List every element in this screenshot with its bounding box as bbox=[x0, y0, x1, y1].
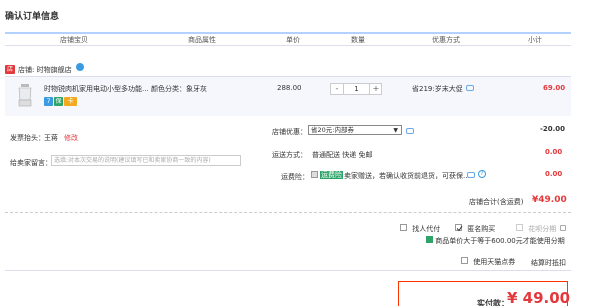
header-qty: 数量 bbox=[351, 36, 365, 44]
table-header: 店铺宝贝 商品属性 单价 数量 优惠方式 小计 bbox=[5, 32, 571, 46]
header-discount: 优惠方式 bbox=[432, 36, 460, 44]
tmall-points-option[interactable]: 使用天猫点券 bbox=[461, 257, 515, 267]
installment-info-icon[interactable] bbox=[560, 225, 567, 231]
anonymous-checkbox[interactable] bbox=[455, 224, 463, 232]
shop-icon: 店 bbox=[5, 65, 15, 74]
pay-amount: ¥ 49.00 bbox=[507, 289, 571, 306]
check-icon bbox=[456, 225, 463, 232]
coupon-amount: -20.00 bbox=[540, 125, 566, 133]
header-subtotal: 小计 bbox=[528, 36, 542, 44]
qty-increase-button[interactable]: + bbox=[370, 84, 382, 94]
coupon-info-icon[interactable] bbox=[406, 128, 414, 134]
product-attr: 颜色分类：象牙灰 bbox=[151, 85, 207, 93]
insurance-text: 卖家赠送，若确认收货前退货，可获保... bbox=[344, 172, 470, 180]
agent-pay-option[interactable]: 找人代付 bbox=[400, 224, 440, 234]
insurance-checkbox[interactable] bbox=[311, 171, 318, 178]
agent-pay-checkbox[interactable] bbox=[400, 224, 407, 231]
pay-label: 实付款： bbox=[477, 299, 509, 306]
divider bbox=[5, 212, 571, 213]
installment-note: 商品单价大于等于600.00元才能使用分期 bbox=[426, 236, 565, 246]
shipping-label: 运送方式： bbox=[272, 151, 307, 159]
shipping-amount: 0.00 bbox=[545, 148, 563, 156]
shop-coupon-select[interactable]: 省20元:内部券 ▼ bbox=[308, 125, 402, 135]
insurance-amount: 0.00 bbox=[545, 170, 563, 178]
points-note: 结算时抵扣 bbox=[531, 259, 566, 267]
message-input[interactable]: 选填:对本次交易的说明(建议填写已和卖家协商一致的内容) bbox=[51, 155, 241, 166]
invoice-label: 发票抬头： bbox=[10, 134, 45, 142]
item-discount: 省219:岁末大促 bbox=[412, 85, 463, 93]
help-icon[interactable]: ? bbox=[478, 170, 486, 178]
invoice-edit-link[interactable]: 修改 bbox=[64, 133, 78, 143]
installment-option[interactable]: 花呗分期 bbox=[516, 224, 567, 234]
chevron-down-icon: ▼ bbox=[393, 127, 398, 134]
unit-price: 288.00 bbox=[277, 84, 302, 92]
insurance-chat-icon[interactable] bbox=[467, 172, 475, 178]
seven-day-icon: 7 bbox=[44, 97, 53, 106]
tmall-points-checkbox[interactable] bbox=[461, 257, 468, 264]
product-thumbnail[interactable] bbox=[15, 82, 35, 108]
item-subtotal: 69.00 bbox=[543, 84, 566, 92]
quantity-stepper: - 1 + bbox=[330, 83, 382, 95]
page-title: 确认订单信息 bbox=[5, 12, 60, 22]
card-icon: 卡 bbox=[64, 97, 77, 106]
insurance-tag: 运费险 bbox=[320, 171, 343, 179]
shipping-value: 普通配送 快递 免邮 bbox=[312, 151, 373, 159]
product-row bbox=[5, 76, 571, 116]
invoice-value: 王蒋 bbox=[44, 134, 58, 142]
shop-coupon-selected: 省20元:内部券 bbox=[311, 126, 354, 134]
shop-total-value: ¥49.00 bbox=[532, 195, 567, 205]
installment-checkbox[interactable] bbox=[516, 224, 523, 231]
shop-coupon-label: 店铺优惠： bbox=[272, 128, 307, 136]
anonymous-option[interactable]: 匿名购买 bbox=[455, 224, 495, 234]
guarantee-icon: 保 bbox=[54, 97, 63, 106]
wangwang-icon[interactable] bbox=[76, 63, 84, 71]
shop-name[interactable]: 店铺: 时物旗舰店 bbox=[18, 65, 72, 75]
divider bbox=[5, 270, 571, 271]
message-label: 给卖家留言： bbox=[10, 159, 52, 167]
header-attr: 商品属性 bbox=[188, 36, 216, 44]
header-price: 单价 bbox=[286, 36, 300, 44]
qty-decrease-button[interactable]: - bbox=[331, 84, 343, 94]
qty-input[interactable]: 1 bbox=[343, 84, 370, 94]
discount-info-icon[interactable] bbox=[466, 85, 474, 91]
shop-total-label: 店铺合计(含运费) bbox=[469, 198, 524, 206]
insurance-label: 运费险： bbox=[281, 173, 309, 181]
product-name[interactable]: 时物锐肉机家用电动小型多功能... bbox=[44, 84, 152, 94]
info-icon bbox=[426, 236, 433, 243]
header-shop-item: 店铺宝贝 bbox=[60, 36, 88, 44]
